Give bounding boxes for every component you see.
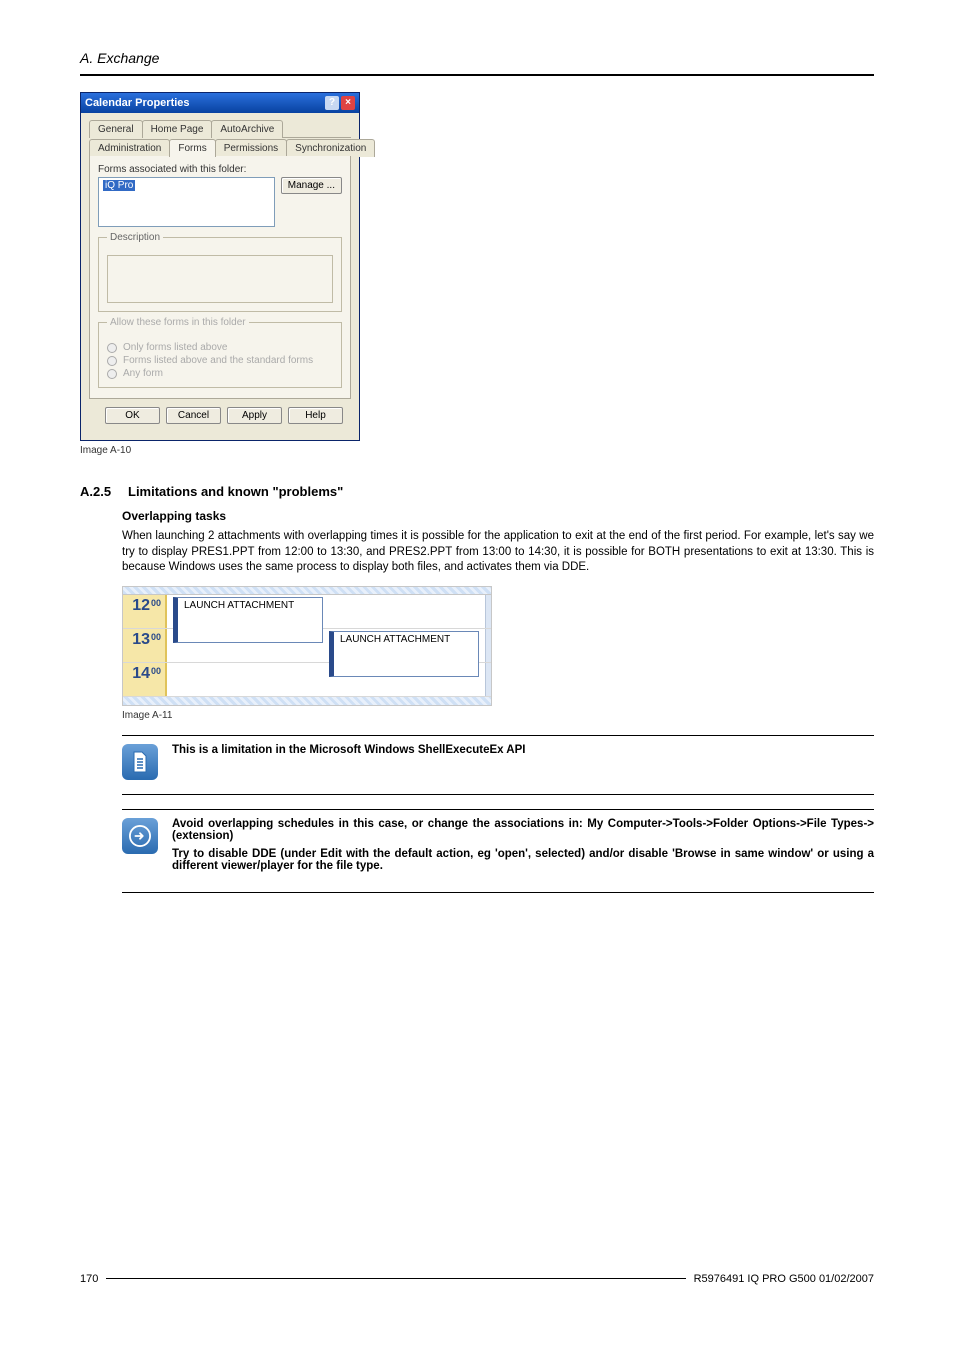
radio-label: Only forms listed above — [123, 342, 228, 353]
page-footer: 170 R5976491 IQ PRO G500 01/02/2007 — [80, 1273, 874, 1285]
forms-listbox[interactable]: iQ Pro — [98, 177, 275, 227]
section-heading: A.2.5Limitations and known "problems" — [80, 484, 874, 499]
tab-panel-forms: Forms associated with this folder: iQ Pr… — [89, 156, 351, 399]
tab-forms[interactable]: Forms — [169, 139, 215, 157]
ok-button[interactable]: OK — [105, 407, 160, 424]
doc-reference: R5976491 IQ PRO G500 01/02/2007 — [694, 1273, 874, 1285]
body-paragraph: When launching 2 attachments with overla… — [122, 529, 874, 576]
calendar-event-1[interactable]: LAUNCH ATTACHMENT — [173, 597, 323, 643]
radio-label: Any form — [123, 368, 163, 379]
radio-icon — [107, 356, 117, 366]
header-rule — [80, 74, 874, 76]
allow-forms-legend: Allow these forms in this folder — [107, 317, 249, 328]
image-caption-a10: Image A-10 — [80, 445, 874, 456]
subsection-heading: Overlapping tasks — [122, 509, 874, 523]
description-legend: Description — [107, 232, 163, 243]
radio-only-listed: Only forms listed above — [107, 342, 333, 353]
radio-listed-and-standard: Forms listed above and the standard form… — [107, 355, 333, 366]
help-button[interactable]: Help — [288, 407, 343, 424]
radio-icon — [107, 369, 117, 379]
help-icon[interactable]: ? — [325, 96, 339, 110]
tab-administration[interactable]: Administration — [89, 139, 170, 157]
section-number: A.2.5 — [80, 484, 128, 499]
dialog-title: Calendar Properties — [85, 97, 190, 109]
close-icon[interactable]: × — [341, 96, 355, 110]
time-slot-14: 1400 — [123, 663, 167, 696]
note-text-a: Avoid overlapping schedules in this case… — [172, 818, 874, 842]
section-title: Limitations and known "problems" — [128, 484, 343, 499]
description-fieldset: Description — [98, 237, 342, 312]
tabs-row-1: General Home Page AutoArchive — [89, 119, 351, 138]
image-caption-a11: Image A-11 — [122, 710, 874, 721]
page-number: 170 — [80, 1273, 98, 1285]
description-textarea[interactable] — [107, 255, 333, 303]
tab-permissions[interactable]: Permissions — [215, 139, 287, 157]
dialog-titlebar: Calendar Properties ? × — [81, 93, 359, 113]
radio-label: Forms listed above and the standard form… — [123, 355, 313, 366]
note-block-advice: Avoid overlapping schedules in this case… — [122, 809, 874, 893]
note-block-limitation: This is a limitation in the Microsoft Wi… — [122, 735, 874, 795]
cancel-button[interactable]: Cancel — [166, 407, 221, 424]
tab-general[interactable]: General — [89, 120, 143, 138]
calendar-properties-dialog: Calendar Properties ? × General Home Pag… — [80, 92, 360, 441]
tab-synchronization[interactable]: Synchronization — [286, 139, 375, 157]
tabs-row-2: Administration Forms Permissions Synchro… — [89, 138, 351, 156]
note-text-b: Try to disable DDE (under Edit with the … — [172, 848, 874, 872]
document-icon — [122, 744, 158, 780]
time-slot-13: 1300 — [123, 629, 167, 662]
forms-associated-label: Forms associated with this folder: — [98, 164, 342, 175]
tab-homepage[interactable]: Home Page — [142, 120, 213, 138]
allow-forms-fieldset: Allow these forms in this folder Only fo… — [98, 322, 342, 388]
forms-list-item[interactable]: iQ Pro — [103, 180, 135, 191]
page-section-header: A. Exchange — [80, 50, 874, 66]
calendar-figure: 1200 1300 1400 LAUNCH ATTACHMENT LAUNCH … — [122, 586, 492, 706]
tab-autoarchive[interactable]: AutoArchive — [211, 120, 283, 138]
note-text: This is a limitation in the Microsoft Wi… — [172, 744, 525, 756]
calendar-event-2[interactable]: LAUNCH ATTACHMENT — [329, 631, 479, 677]
apply-button[interactable]: Apply — [227, 407, 282, 424]
time-slot-12: 1200 — [123, 595, 167, 628]
manage-button[interactable]: Manage ... — [281, 177, 342, 194]
radio-icon — [107, 343, 117, 353]
pointing-hand-icon — [122, 818, 158, 854]
radio-any-form: Any form — [107, 368, 333, 379]
